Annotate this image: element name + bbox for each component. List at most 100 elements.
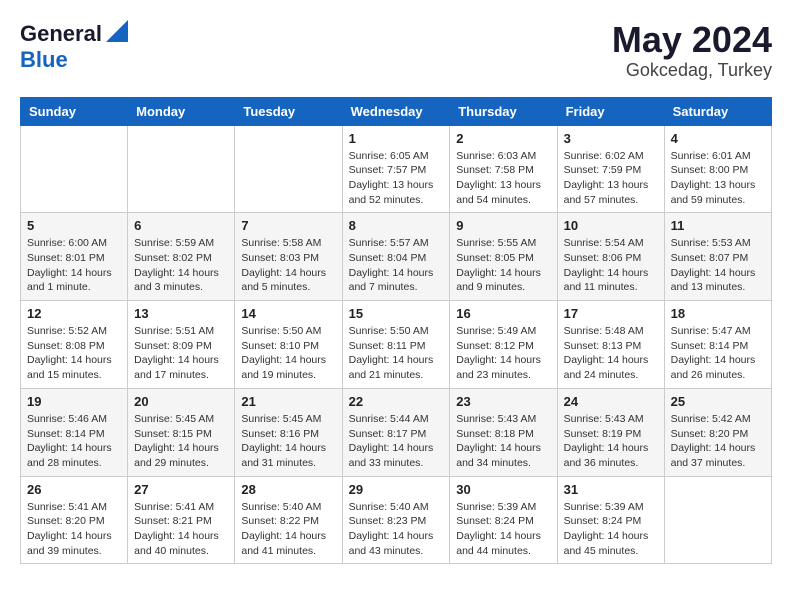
day-info: Sunrise: 5:58 AM Sunset: 8:03 PM Dayligh… [241,236,335,295]
calendar-day-cell: 23 Sunrise: 5:43 AM Sunset: 8:18 PM Dayli… [450,388,557,476]
calendar-day-cell: 13 Sunrise: 5:51 AM Sunset: 8:09 PM Dayli… [128,301,235,389]
day-info: Sunrise: 5:52 AM Sunset: 8:08 PM Dayligh… [27,324,121,383]
calendar-day-cell: 19Sunrise: 5:46 AM Sunset: 8:14 PM Dayli… [21,388,128,476]
calendar-day-cell: 14 Sunrise: 5:50 AM Sunset: 8:10 PM Dayli… [235,301,342,389]
calendar-day-cell: 30 Sunrise: 5:39 AM Sunset: 8:24 PM Dayli… [450,476,557,564]
title-section: May 2024 Gokcedag, Turkey [612,20,772,81]
day-info: Sunrise: 5:47 AM Sunset: 8:14 PM Dayligh… [671,324,765,383]
weekday-header-thursday: Thursday [450,97,557,125]
day-info: Sunrise: 5:43 AM Sunset: 8:18 PM Dayligh… [456,412,550,471]
day-number: 15 [349,306,444,321]
day-number: 22 [349,394,444,409]
day-number: 31 [564,482,658,497]
day-number: 17 [564,306,658,321]
calendar-day-cell: 12 Sunrise: 5:52 AM Sunset: 8:08 PM Dayli… [21,301,128,389]
month-title: May 2024 [612,20,772,60]
day-info: Sunrise: 5:49 AM Sunset: 8:12 PM Dayligh… [456,324,550,383]
day-info: Sunrise: 5:41 AM Sunset: 8:21 PM Dayligh… [134,500,228,559]
calendar-day-cell: 21Sunrise: 5:45 AM Sunset: 8:16 PM Dayli… [235,388,342,476]
weekday-header-friday: Friday [557,97,664,125]
day-number: 5 [27,218,121,233]
day-number: 2 [456,131,550,146]
day-number: 6 [134,218,228,233]
day-info: Sunrise: 5:57 AM Sunset: 8:04 PM Dayligh… [349,236,444,295]
calendar-day-cell: 26Sunrise: 5:41 AM Sunset: 8:20 PM Dayli… [21,476,128,564]
calendar-week-row: 26Sunrise: 5:41 AM Sunset: 8:20 PM Dayli… [21,476,772,564]
calendar-week-row: 1 Sunrise: 6:05 AM Sunset: 7:57 PM Daylig… [21,125,772,213]
day-number: 21 [241,394,335,409]
day-number: 23 [456,394,550,409]
calendar-empty-cell [128,125,235,213]
day-info: Sunrise: 6:00 AM Sunset: 8:01 PM Dayligh… [27,236,121,295]
day-number: 13 [134,306,228,321]
day-info: Sunrise: 5:53 AM Sunset: 8:07 PM Dayligh… [671,236,765,295]
calendar-day-cell: 7 Sunrise: 5:58 AM Sunset: 8:03 PM Daylig… [235,213,342,301]
day-info: Sunrise: 5:54 AM Sunset: 8:06 PM Dayligh… [564,236,658,295]
day-number: 27 [134,482,228,497]
day-number: 12 [27,306,121,321]
day-info: Sunrise: 5:39 AM Sunset: 8:24 PM Dayligh… [456,500,550,559]
calendar-week-row: 19Sunrise: 5:46 AM Sunset: 8:14 PM Dayli… [21,388,772,476]
calendar-day-cell: 18Sunrise: 5:47 AM Sunset: 8:14 PM Dayli… [664,301,771,389]
day-info: Sunrise: 5:51 AM Sunset: 8:09 PM Dayligh… [134,324,228,383]
day-number: 29 [349,482,444,497]
calendar-table: SundayMondayTuesdayWednesdayThursdayFrid… [20,97,772,565]
day-info: Sunrise: 6:02 AM Sunset: 7:59 PM Dayligh… [564,149,658,208]
calendar-day-cell: 17Sunrise: 5:48 AM Sunset: 8:13 PM Dayli… [557,301,664,389]
day-info: Sunrise: 5:41 AM Sunset: 8:20 PM Dayligh… [27,500,121,559]
day-info: Sunrise: 5:43 AM Sunset: 8:19 PM Dayligh… [564,412,658,471]
calendar-empty-cell [664,476,771,564]
day-info: Sunrise: 5:44 AM Sunset: 8:17 PM Dayligh… [349,412,444,471]
page-header: General Blue May 2024 Gokcedag, Turkey [20,20,772,81]
day-number: 7 [241,218,335,233]
calendar-day-cell: 9 Sunrise: 5:55 AM Sunset: 8:05 PM Daylig… [450,213,557,301]
weekday-header-row: SundayMondayTuesdayWednesdayThursdayFrid… [21,97,772,125]
weekday-header-wednesday: Wednesday [342,97,450,125]
location-title: Gokcedag, Turkey [612,60,772,81]
logo-blue-text: Blue [20,47,68,72]
day-info: Sunrise: 5:40 AM Sunset: 8:22 PM Dayligh… [241,500,335,559]
logo-icon [106,20,128,47]
day-number: 30 [456,482,550,497]
day-info: Sunrise: 5:50 AM Sunset: 8:11 PM Dayligh… [349,324,444,383]
day-number: 24 [564,394,658,409]
day-info: Sunrise: 5:50 AM Sunset: 8:10 PM Dayligh… [241,324,335,383]
day-info: Sunrise: 5:42 AM Sunset: 8:20 PM Dayligh… [671,412,765,471]
calendar-day-cell: 25 Sunrise: 5:42 AM Sunset: 8:20 PM Dayli… [664,388,771,476]
calendar-day-cell: 28 Sunrise: 5:40 AM Sunset: 8:22 PM Dayli… [235,476,342,564]
calendar-day-cell: 5 Sunrise: 6:00 AM Sunset: 8:01 PM Daylig… [21,213,128,301]
calendar-week-row: 12 Sunrise: 5:52 AM Sunset: 8:08 PM Dayli… [21,301,772,389]
calendar-day-cell: 4 Sunrise: 6:01 AM Sunset: 8:00 PM Daylig… [664,125,771,213]
day-info: Sunrise: 6:05 AM Sunset: 7:57 PM Dayligh… [349,149,444,208]
calendar-day-cell: 27 Sunrise: 5:41 AM Sunset: 8:21 PM Dayli… [128,476,235,564]
calendar-day-cell: 11 Sunrise: 5:53 AM Sunset: 8:07 PM Dayli… [664,213,771,301]
calendar-day-cell: 3 Sunrise: 6:02 AM Sunset: 7:59 PM Daylig… [557,125,664,213]
calendar-empty-cell [21,125,128,213]
weekday-header-sunday: Sunday [21,97,128,125]
day-number: 25 [671,394,765,409]
day-number: 28 [241,482,335,497]
day-number: 11 [671,218,765,233]
calendar-day-cell: 16Sunrise: 5:49 AM Sunset: 8:12 PM Dayli… [450,301,557,389]
day-number: 9 [456,218,550,233]
day-info: Sunrise: 5:46 AM Sunset: 8:14 PM Dayligh… [27,412,121,471]
calendar-day-cell: 2Sunrise: 6:03 AM Sunset: 7:58 PM Daylig… [450,125,557,213]
calendar-day-cell: 22 Sunrise: 5:44 AM Sunset: 8:17 PM Dayli… [342,388,450,476]
calendar-day-cell: 31 Sunrise: 5:39 AM Sunset: 8:24 PM Dayli… [557,476,664,564]
calendar-day-cell: 10Sunrise: 5:54 AM Sunset: 8:06 PM Dayli… [557,213,664,301]
day-info: Sunrise: 5:40 AM Sunset: 8:23 PM Dayligh… [349,500,444,559]
day-number: 20 [134,394,228,409]
calendar-empty-cell [235,125,342,213]
calendar-day-cell: 8Sunrise: 5:57 AM Sunset: 8:04 PM Daylig… [342,213,450,301]
weekday-header-saturday: Saturday [664,97,771,125]
day-number: 4 [671,131,765,146]
calendar-day-cell: 20Sunrise: 5:45 AM Sunset: 8:15 PM Dayli… [128,388,235,476]
day-number: 3 [564,131,658,146]
logo-general-text: General [20,21,102,47]
day-info: Sunrise: 5:55 AM Sunset: 8:05 PM Dayligh… [456,236,550,295]
day-number: 1 [349,131,444,146]
day-info: Sunrise: 6:01 AM Sunset: 8:00 PM Dayligh… [671,149,765,208]
day-number: 14 [241,306,335,321]
calendar-day-cell: 1 Sunrise: 6:05 AM Sunset: 7:57 PM Daylig… [342,125,450,213]
day-info: Sunrise: 5:39 AM Sunset: 8:24 PM Dayligh… [564,500,658,559]
